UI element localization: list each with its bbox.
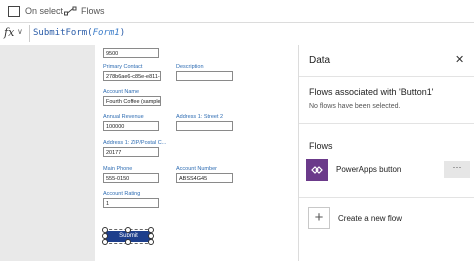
main-phone-label: Main Phone [103,166,133,172]
submit-button-selection: Submit [102,227,154,245]
formula-function: SubmitForm( [33,28,93,38]
account-rating-label: Account Rating [103,191,141,197]
account-name-input[interactable]: Fourth Coffee (sample) [103,96,161,106]
create-new-flow-button[interactable]: + Create a new flow [308,207,468,231]
resize-handle[interactable] [125,239,131,245]
zip-input[interactable]: 20177 [103,147,159,157]
associated-flows-heading: Flows associated with 'Button1' [309,87,434,97]
create-new-flow-label: Create a new flow [338,214,403,223]
divider [299,76,474,77]
account-name-label: Account Name [103,89,140,95]
flows-icon [64,6,77,16]
primary-contact-input[interactable]: 278b6ae6-c85e-e811-a9 [103,71,161,81]
formula-closing: ) [119,28,126,38]
top-field-input[interactable]: 9500 [103,48,159,58]
formula-bar: fx ∨ SubmitForm(Form1) [0,22,474,46]
on-select-dropdown[interactable]: On select [8,4,63,18]
street2-label: Address 1: Street 2 [176,114,224,120]
primary-contact-label: Primary Contact [103,64,143,70]
divider [299,123,474,124]
plus-icon: + [308,207,330,229]
data-pane: Data ✕ Flows associated with 'Button1' N… [298,45,474,261]
chevron-down-icon[interactable]: ∨ [17,27,23,36]
account-number-label: Account Number [176,166,217,172]
resize-handle[interactable] [102,239,108,245]
account-rating-input[interactable]: 1 [103,198,159,208]
annual-revenue-label: Annual Revenue [103,114,144,120]
more-options-button[interactable]: ··· [444,161,470,178]
resize-handle[interactable] [148,239,154,245]
powerapps-icon [306,159,328,181]
divider [299,197,474,198]
description-input[interactable] [176,71,233,81]
main-phone-input[interactable]: 555-0150 [103,173,159,183]
formula-argument: Form1 [92,28,120,38]
flows-button[interactable]: Flows [64,4,105,18]
annual-revenue-input[interactable]: 100000 [103,121,159,131]
flow-item-label: PowerApps button [336,165,402,174]
description-label: Description [176,64,204,70]
flow-item-powerapps-button[interactable]: PowerApps button ··· [306,159,472,183]
data-pane-title: Data [309,55,331,66]
resize-handle[interactable] [125,227,131,233]
account-number-input[interactable]: ABSS4G45 [176,173,233,183]
property-icon [8,5,20,17]
formula-input[interactable]: SubmitForm(Form1) [33,28,125,38]
flows-heading: Flows [309,141,333,151]
close-icon[interactable]: ✕ [455,53,464,66]
flows-label: Flows [81,6,105,16]
canvas-gutter [0,45,95,261]
divider [29,25,30,42]
zip-label: Address 1: ZIP/Postal C... [103,140,167,146]
toolbar: On select Flows [0,0,474,22]
on-select-label: On select [25,6,64,16]
street2-input[interactable] [176,121,233,131]
no-flows-text: No flows have been selected. [309,103,401,110]
fx-icon: fx [4,26,15,39]
